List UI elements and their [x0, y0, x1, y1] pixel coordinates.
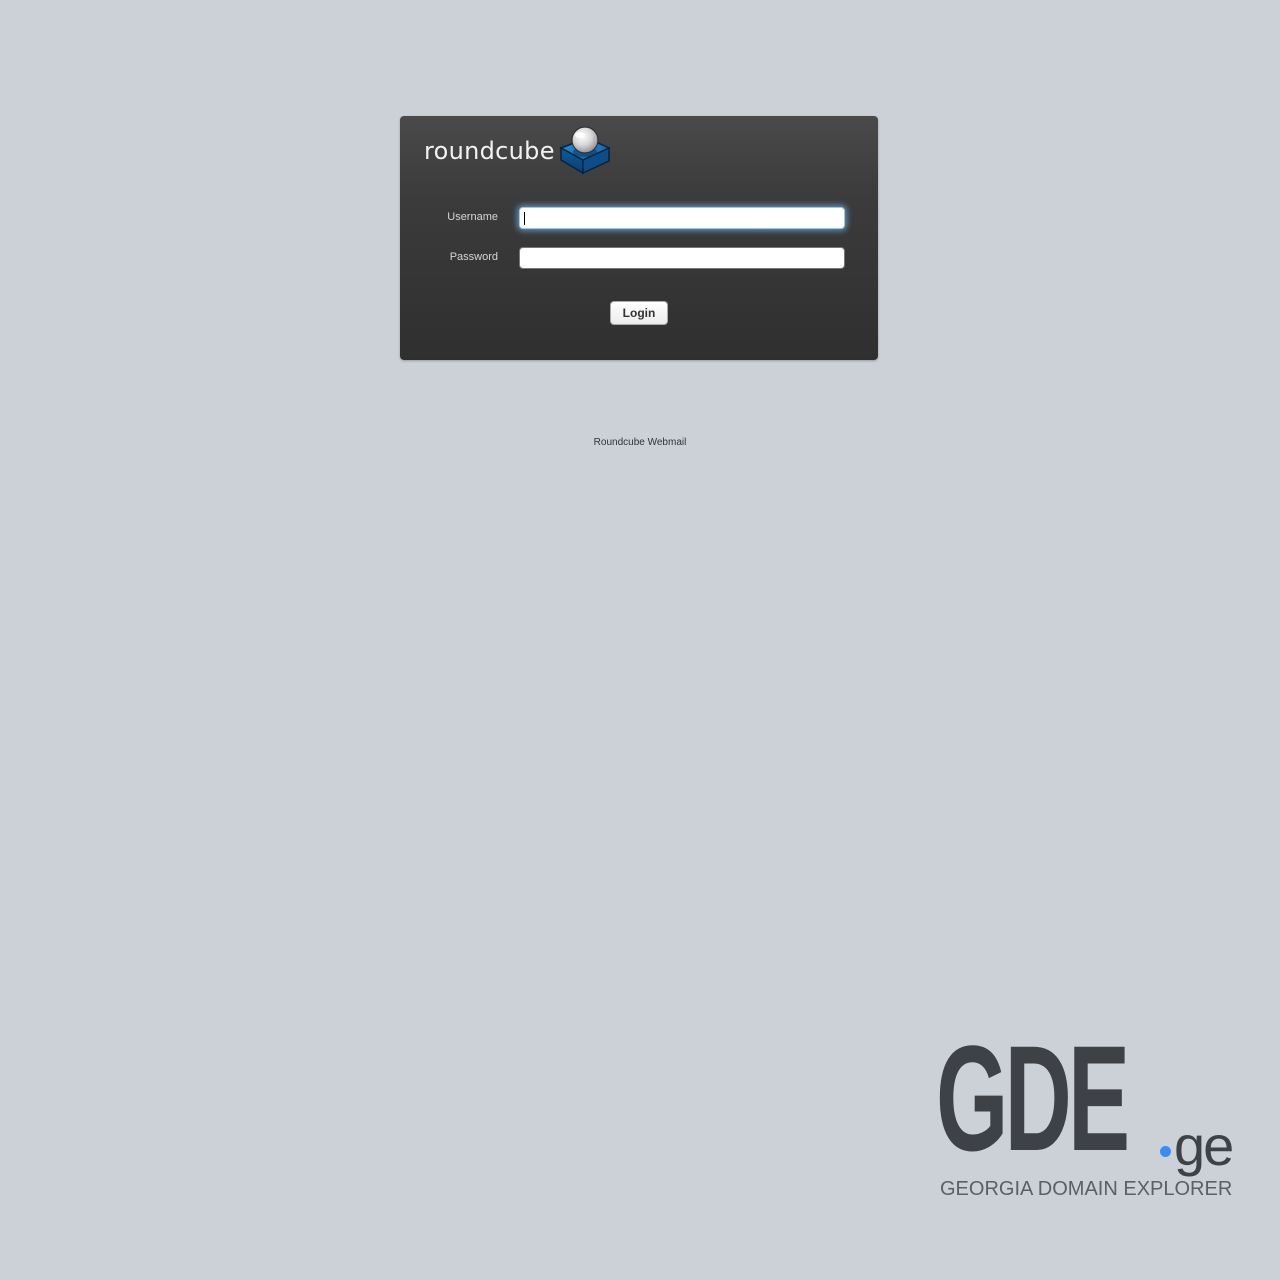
login-button[interactable]: Login: [610, 301, 668, 325]
text-caret: [524, 212, 525, 225]
gde-tld-text: ge: [1174, 1114, 1234, 1177]
gde-dot-icon: [1160, 1146, 1171, 1157]
gde-watermark-logo: GDE ge GEORGIA DOMAIN EXPLORER: [936, 1014, 1246, 1206]
roundcube-logo: roundcube: [424, 126, 611, 176]
gde-logo-text: GDE: [936, 1014, 1130, 1182]
password-input[interactable]: [519, 247, 845, 269]
username-label: Username: [447, 211, 498, 223]
roundcube-cube-icon: [559, 126, 611, 175]
login-page: roundcube Username Password Login Roundc…: [0, 0, 1280, 1280]
login-panel: roundcube Username Password Login: [400, 116, 878, 360]
username-input[interactable]: [519, 207, 845, 229]
gde-subtitle: GEORGIA DOMAIN EXPLORER: [940, 1178, 1233, 1200]
password-label: Password: [449, 251, 498, 263]
footer-product-name: Roundcube Webmail: [593, 437, 687, 448]
password-row: Password: [400, 246, 878, 270]
logo-text: roundcube: [424, 137, 555, 165]
username-row: Username: [400, 206, 878, 230]
